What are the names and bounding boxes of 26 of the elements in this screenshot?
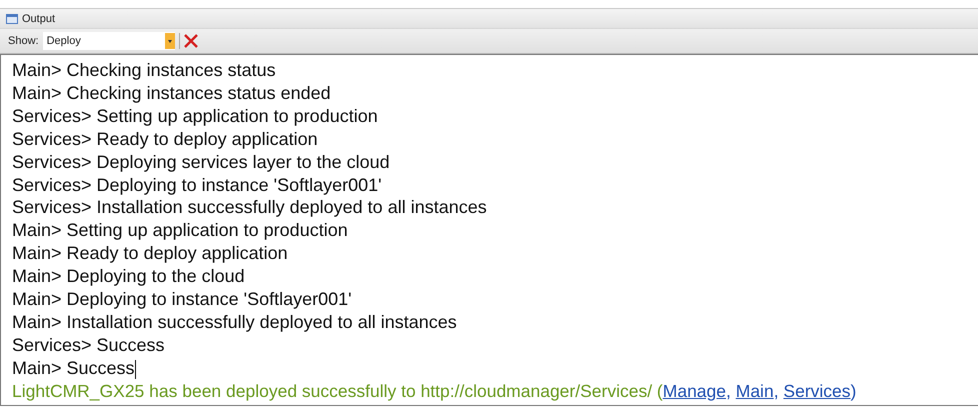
log-line: Services> Deploying services layer to the cloud [12,152,390,172]
log-line: Main> Installation successfully deployed to all instances [12,312,457,332]
punctuation: , [774,380,780,401]
log-line: Main> Ready to deploy application [12,243,288,264]
log-line: Services> Deploying to instance 'Softlayer001' [12,174,382,195]
log-line: Services> Success [12,334,165,355]
log-line: Main> Setting up application to production [12,220,348,240]
show-dropdown[interactable]: Deploy [42,32,175,50]
panel-title: Output [22,12,56,24]
log-line: Services> Installation successfully deployed to all instances [12,197,487,218]
log-line: Services> Setting up application to production [12,106,378,126]
log-line: Services> Ready to deploy application [12,128,318,149]
show-label: Show: [8,35,39,47]
punctuation: , [726,380,732,401]
link[interactable]: Services [783,380,851,401]
log-line: Main> Success [12,358,135,378]
log-line: Main> Checking instances status ended [12,82,331,103]
success-message: LightCMR_GX25 has been deployed successfully to http://cloudmanager/Services/ ( [12,380,663,401]
punctuation: ) [850,380,856,401]
log-line: Main> Deploying to instance 'Softlayer001' [12,289,352,310]
link[interactable]: Manage [662,380,726,401]
log-line: Main> Checking instances status [12,60,276,80]
window-icon [6,14,18,24]
link[interactable]: Main [736,380,774,401]
close-icon[interactable] [184,34,198,48]
log-line: Main> Deploying to the cloud [12,266,245,286]
